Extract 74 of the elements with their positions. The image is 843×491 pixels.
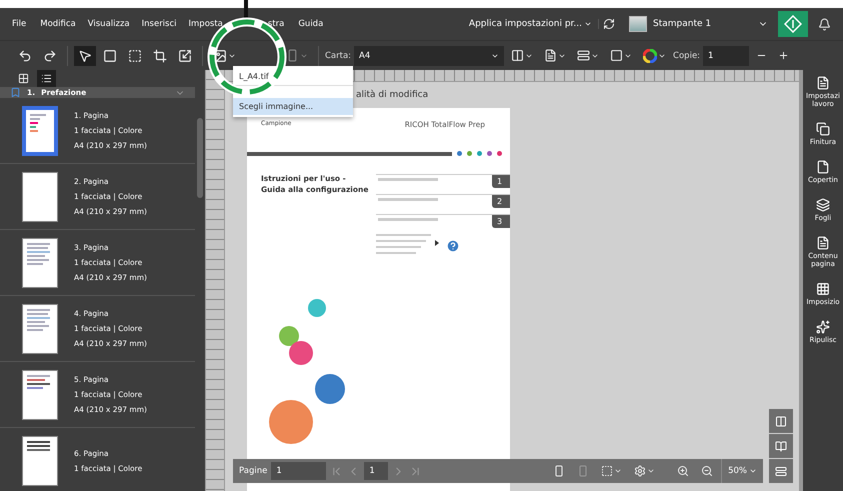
- columns-icon: [511, 49, 524, 62]
- canvas-title: alità di modifica: [356, 90, 428, 100]
- menu-item[interactable]: stra: [268, 19, 284, 29]
- document-icon: [816, 236, 830, 250]
- menu-item[interactable]: Imposta: [188, 19, 223, 29]
- color-wheel-icon: [643, 48, 658, 62]
- menu-option[interactable]: Scegli immagine...: [233, 98, 353, 115]
- redo-icon: [43, 48, 57, 62]
- copies-field[interactable]: 1: [703, 46, 750, 66]
- page-icon: [286, 49, 299, 62]
- pointer-icon: [78, 48, 92, 62]
- pages-label: Pagine: [239, 466, 268, 476]
- menu-item[interactable]: Inserisci: [142, 19, 177, 29]
- sparkles-icon: [816, 320, 830, 334]
- dashed-square-icon: [128, 48, 142, 62]
- copies-label: Copie:: [673, 50, 700, 60]
- caret-icon: [749, 467, 757, 475]
- chapter-number: 2: [492, 195, 510, 208]
- layers-icon: [816, 198, 830, 212]
- refresh-icon: [603, 18, 615, 30]
- paper-select[interactable]: A4: [354, 46, 504, 66]
- grid-icon: [816, 282, 830, 296]
- two-page-view-button[interactable]: [769, 409, 793, 433]
- bookmark-icon: [10, 87, 21, 98]
- square-icon: [610, 49, 624, 62]
- pointer-tool-button[interactable]: [74, 46, 96, 66]
- file-icon: [816, 160, 830, 174]
- document-icon: [816, 76, 830, 90]
- crop-icon: [153, 48, 167, 62]
- chapter-text-line: [378, 218, 438, 221]
- undo-icon: [18, 48, 32, 62]
- zoom-in-icon: [677, 465, 690, 477]
- book-icon: [775, 440, 787, 452]
- printer-thumbnail: [629, 16, 647, 32]
- zoom-out-icon: [701, 465, 714, 477]
- page-icon: [577, 465, 590, 477]
- plus-icon: [778, 50, 790, 61]
- printer-name[interactable]: Stampante 1: [653, 19, 758, 29]
- caret-icon: [647, 467, 656, 475]
- fit-width-icon: [775, 464, 787, 478]
- list-icon: [41, 73, 52, 84]
- caret-icon: [584, 20, 592, 28]
- chapter-number: 3: [492, 215, 510, 228]
- resize-icon: [178, 48, 192, 62]
- menu-option[interactable]: L_A4.tif: [233, 68, 353, 86]
- apply-settings-dropdown[interactable]: Applica impostazioni pr...: [462, 19, 599, 29]
- menu-item[interactable]: Modifica: [40, 19, 76, 29]
- dashed-square-icon: [601, 465, 614, 477]
- chapter-number: 1: [492, 175, 510, 188]
- fit-width-button[interactable]: [769, 459, 793, 483]
- settings-icon: [634, 465, 646, 477]
- layout-icon: [577, 49, 590, 62]
- page-icon: [553, 465, 566, 477]
- pages-field[interactable]: 1: [271, 462, 326, 480]
- square-icon: [103, 48, 117, 62]
- diamond-icon: [784, 15, 802, 33]
- book-view-button[interactable]: [769, 434, 793, 458]
- help-icon: [446, 239, 460, 253]
- bell-icon: [818, 18, 831, 30]
- caret-icon: [614, 467, 622, 475]
- menu-item[interactable]: Visualizza: [88, 19, 130, 29]
- columns-icon: [775, 414, 787, 428]
- start-button[interactable]: [778, 11, 808, 37]
- menu-item[interactable]: Guida: [298, 19, 324, 29]
- chapter-text-line: [378, 178, 438, 181]
- menu-item[interactable]: File: [12, 19, 26, 29]
- chapter-text-line: [378, 198, 438, 201]
- scrollbar[interactable]: [197, 118, 203, 198]
- document-icon: [544, 49, 558, 62]
- copy-icon: [816, 122, 830, 136]
- paper-label: Carta:: [325, 50, 352, 60]
- grid-icon: [18, 73, 29, 84]
- list-view-button[interactable]: [37, 70, 56, 87]
- current-page-field[interactable]: 1: [364, 462, 388, 480]
